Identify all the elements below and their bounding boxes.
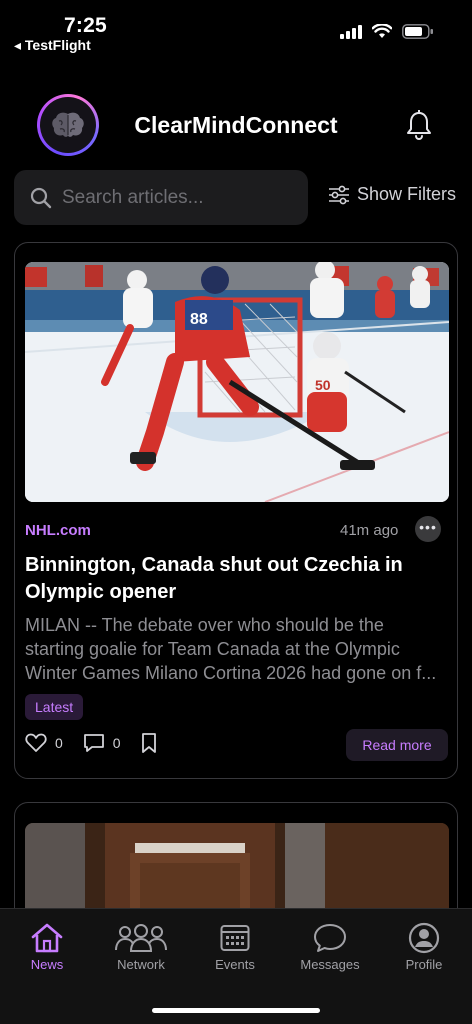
article-card[interactable]: 50 88 NHL.com 41m ago ••• Binnington, Ca…	[14, 242, 458, 779]
article-headline[interactable]: Binnington, Canada shut out Czechia in O…	[25, 552, 435, 606]
profile-icon	[408, 922, 440, 954]
status-time: 7:25	[64, 14, 107, 37]
tab-profile[interactable]: Profile	[379, 919, 469, 972]
bookmark-icon	[141, 733, 156, 753]
calendar-icon	[220, 925, 250, 951]
tab-network[interactable]: Network	[96, 919, 186, 972]
article-time-ago: 41m ago	[340, 522, 399, 539]
tab-events-label: Events	[215, 957, 255, 972]
heart-icon	[25, 733, 47, 752]
article-image[interactable]: 50 88	[25, 262, 449, 502]
tab-profile-label: Profile	[405, 957, 443, 972]
wifi-icon	[372, 24, 392, 38]
show-filters-button[interactable]: Show Filters	[328, 184, 456, 205]
tab-news[interactable]: News	[2, 919, 92, 972]
filter-sliders-icon	[329, 185, 349, 204]
show-filters-label: Show Filters	[357, 184, 457, 204]
tab-news-label: News	[30, 957, 64, 972]
article-source[interactable]: NHL.com	[25, 522, 91, 539]
player-number: 88	[190, 311, 208, 328]
app-header: ClearMindConnect	[0, 92, 472, 160]
people-icon	[115, 924, 167, 952]
app-screen: 7:25 ◂ TestFlight ClearMindConnect Searc…	[0, 0, 472, 1024]
hockey-scene-illustration: 50 88	[25, 262, 449, 502]
comment-count: 0	[112, 735, 121, 751]
tab-messages-label: Messages	[300, 957, 360, 972]
article-tag: Latest	[25, 694, 84, 720]
article-excerpt: MILAN -- The debate over who should be t…	[25, 615, 437, 683]
bookmark-button[interactable]	[141, 732, 157, 754]
status-bar: 7:25 ◂ TestFlight	[0, 0, 472, 60]
article-actions: 0 0	[25, 732, 177, 754]
home-icon	[31, 923, 63, 953]
search-icon	[30, 187, 52, 208]
like-count: 0	[55, 735, 63, 751]
home-indicator[interactable]	[152, 1008, 320, 1013]
search-bar[interactable]	[14, 170, 308, 225]
notification-bell-icon[interactable]	[406, 110, 432, 140]
tab-messages[interactable]: Messages	[285, 919, 375, 972]
svg-text:50: 50	[315, 377, 331, 393]
like-button[interactable]: 0	[25, 733, 63, 753]
testflight-back-link[interactable]: ◂ TestFlight	[14, 37, 91, 54]
app-title: ClearMindConnect	[134, 112, 338, 138]
tab-network-label: Network	[117, 957, 165, 972]
battery-icon	[402, 24, 433, 39]
comment-icon	[83, 734, 104, 752]
read-more-button[interactable]: Read more	[346, 729, 448, 761]
chat-icon	[314, 924, 346, 952]
more-options-button[interactable]: •••	[415, 516, 441, 542]
status-icons	[340, 24, 434, 39]
comment-button[interactable]: 0	[83, 733, 121, 753]
tab-events[interactable]: Events	[190, 919, 280, 972]
bottom-tab-bar: News Network Events Messages Profile	[0, 908, 472, 1024]
search-input[interactable]	[62, 186, 292, 209]
signal-icon	[340, 24, 362, 39]
